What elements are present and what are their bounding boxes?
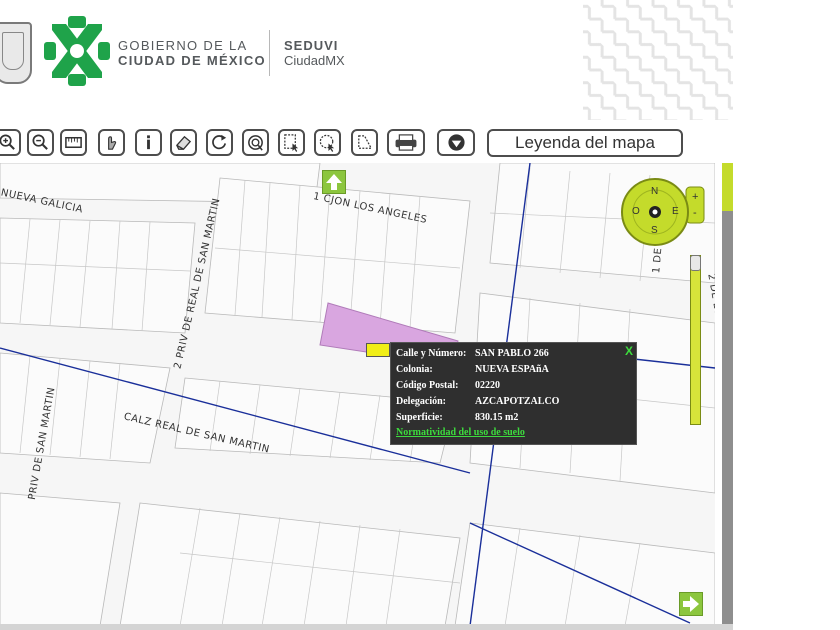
pan-button[interactable] — [98, 129, 125, 156]
pan-east-button[interactable] — [679, 592, 703, 616]
popup-value: SAN PABLO 266 — [475, 348, 549, 359]
popup-label: Colonia: — [396, 364, 433, 375]
zoom-slider-handle[interactable] — [690, 255, 701, 271]
popup-label: Superficie: — [396, 412, 443, 423]
gov-line-2: CIUDAD DE MÉXICO — [118, 53, 266, 68]
street-label-right-1: 1 DE — [651, 247, 665, 274]
compass-e: E — [672, 206, 679, 217]
map-scrollbar-thumb[interactable] — [722, 163, 733, 211]
eraser-icon — [176, 135, 192, 150]
info-icon — [147, 135, 150, 150]
zoom-out-icon — [32, 134, 48, 150]
select-area-button[interactable] — [314, 129, 341, 156]
compass-o: O — [632, 206, 640, 217]
printer-icon — [395, 134, 417, 151]
bottom-scrollbar[interactable] — [0, 624, 733, 630]
agency-name: SEDUVI CiudadMX — [284, 38, 345, 68]
popup-value: NUEVA ESPAñA — [475, 364, 549, 375]
select-polygon-button[interactable] — [351, 129, 378, 156]
cdmx-logo — [44, 16, 110, 86]
zoom-in-button[interactable] — [0, 129, 21, 156]
erase-button[interactable] — [170, 129, 197, 156]
popup-close-button[interactable]: X — [625, 344, 633, 358]
measure-button[interactable] — [60, 129, 87, 156]
popup-label: Delegación: — [396, 396, 446, 407]
land-use-regulation-link[interactable]: Normatividad del uso de suelo — [396, 427, 525, 438]
download-button[interactable] — [437, 129, 475, 156]
map-toolbar: Leyenda del mapa — [0, 128, 720, 158]
popup-value: 02220 — [475, 380, 500, 391]
select-rectangle-icon — [284, 134, 299, 152]
hand-icon — [108, 136, 117, 150]
parcel-info-popup: X Calle y Número: SAN PABLO 266 Colonia:… — [390, 342, 637, 445]
target-icon — [248, 135, 263, 151]
compass-zoom-minus[interactable]: - — [693, 207, 697, 219]
popup-value: 830.15 m2 — [475, 412, 519, 423]
compass-s: S — [651, 225, 658, 236]
government-name: GOBIERNO DE LA CIUDAD DE MÉXICO — [118, 38, 266, 68]
site-header: GOBIERNO DE LA CIUDAD DE MÉXICO SEDUVI C… — [0, 0, 840, 122]
ruler-icon — [65, 136, 82, 149]
arrow-right-icon — [683, 596, 699, 612]
popup-pointer — [366, 343, 390, 357]
arrow-up-icon — [326, 174, 342, 190]
download-icon — [447, 134, 465, 151]
gov-line-1: GOBIERNO DE LA — [118, 38, 248, 53]
decorative-pattern — [583, 0, 733, 120]
map-scrollbar[interactable] — [722, 163, 733, 626]
popup-label: Calle y Número: — [396, 348, 467, 359]
city-shield-logo — [0, 22, 32, 84]
compass-zoom-plus[interactable]: + — [692, 191, 698, 203]
header-divider — [269, 30, 270, 76]
zoom-slider[interactable] — [690, 255, 701, 425]
pan-north-button[interactable] — [322, 170, 346, 194]
agency-subtitle: CiudadMX — [284, 53, 345, 68]
print-button[interactable] — [387, 129, 425, 156]
agency-title: SEDUVI — [284, 38, 339, 53]
refresh-icon — [212, 134, 227, 150]
select-point-button[interactable] — [278, 129, 305, 156]
zoom-in-icon — [0, 134, 15, 150]
select-polygon-icon — [358, 135, 373, 149]
select-lasso-icon — [319, 134, 335, 152]
compass-n: N — [651, 186, 659, 197]
navigation-compass[interactable]: N S E O + - — [618, 177, 708, 247]
info-button[interactable] — [135, 129, 162, 156]
locate-button[interactable] — [242, 129, 269, 156]
popup-label: Código Postal: — [396, 380, 459, 391]
refresh-button[interactable] — [206, 129, 233, 156]
popup-value: AZCAPOTZALCO — [475, 396, 560, 407]
zoom-out-button[interactable] — [27, 129, 54, 156]
map-legend-button[interactable]: Leyenda del mapa — [487, 129, 683, 157]
